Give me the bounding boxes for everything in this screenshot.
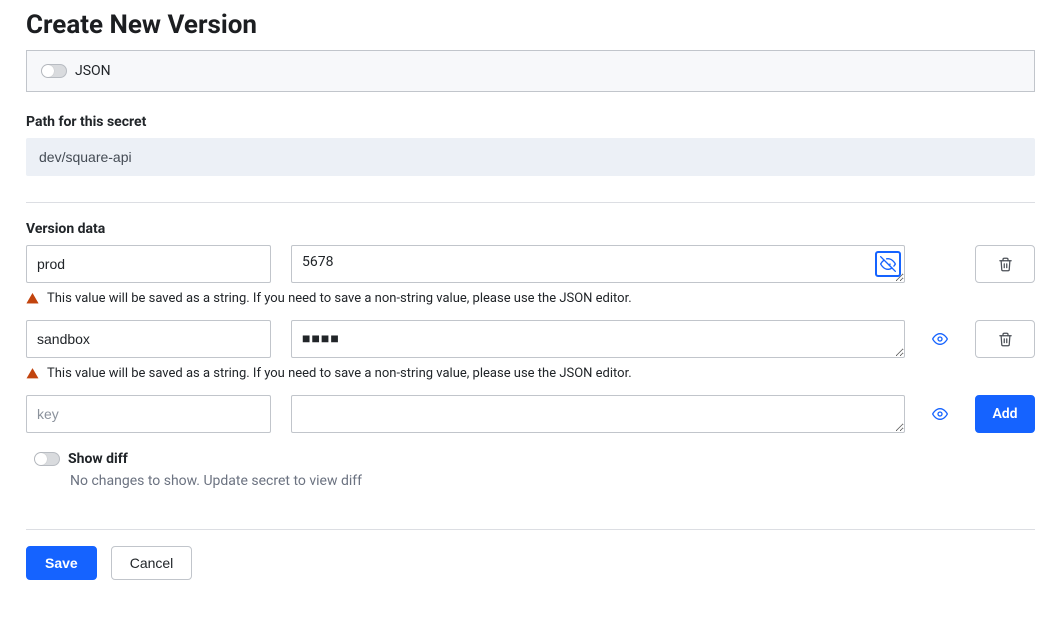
action-row: Save Cancel <box>26 546 1035 580</box>
string-warning: This value will be saved as a string. If… <box>26 291 1035 306</box>
value-input-new[interactable] <box>291 395 905 433</box>
string-warning: This value will be saved as a string. If… <box>26 366 1035 381</box>
kv-row-new: Add <box>26 395 1035 433</box>
json-toggle[interactable] <box>41 64 67 78</box>
value-wrap: ■■■■ <box>291 320 905 358</box>
kv-row: 5678 <box>26 245 1035 283</box>
path-label: Path for this secret <box>26 114 1035 130</box>
kv-row: ■■■■ <box>26 320 1035 358</box>
json-toggle-box: JSON <box>26 50 1035 92</box>
value-wrap <box>291 395 905 433</box>
json-toggle-label: JSON <box>75 63 111 79</box>
value-input-masked[interactable]: ■■■■ <box>291 320 905 358</box>
path-input <box>26 138 1035 176</box>
diff-hint: No changes to show. Update secret to vie… <box>70 473 1035 489</box>
value-input[interactable]: 5678 <box>291 245 905 283</box>
eye-icon[interactable] <box>925 320 955 358</box>
divider <box>26 529 1035 530</box>
save-button[interactable]: Save <box>26 546 97 580</box>
version-data-label: Version data <box>26 221 1035 237</box>
key-input[interactable] <box>26 245 271 283</box>
warning-icon <box>26 292 39 305</box>
show-diff-label: Show diff <box>68 451 128 467</box>
value-wrap: 5678 <box>291 245 905 283</box>
trash-icon <box>998 257 1013 272</box>
warning-icon <box>26 367 39 380</box>
divider <box>26 202 1035 203</box>
key-input[interactable] <box>26 320 271 358</box>
warning-text: This value will be saved as a string. If… <box>47 291 632 306</box>
page-title: Create New Version <box>26 10 1035 40</box>
key-input-new[interactable] <box>26 395 271 433</box>
show-diff-block: Show diff No changes to show. Update sec… <box>26 451 1035 489</box>
delete-row-button[interactable] <box>975 320 1035 358</box>
add-row-button[interactable]: Add <box>975 395 1035 433</box>
show-diff-toggle[interactable] <box>34 452 60 466</box>
toggle-knob <box>35 453 47 465</box>
warning-text: This value will be saved as a string. If… <box>47 366 632 381</box>
eye-icon[interactable] <box>925 395 955 433</box>
delete-row-button[interactable] <box>975 245 1035 283</box>
eye-off-icon[interactable] <box>875 251 901 277</box>
cancel-button[interactable]: Cancel <box>111 546 193 580</box>
toggle-knob <box>42 65 54 77</box>
trash-icon <box>998 332 1013 347</box>
